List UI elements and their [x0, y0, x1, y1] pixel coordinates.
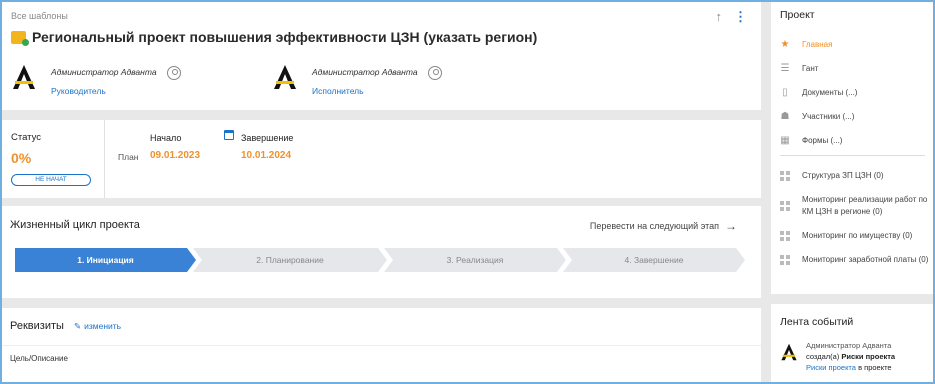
- feed-object: Риски проекта: [841, 352, 896, 361]
- sidebar-item-label: Участники (...): [802, 111, 855, 121]
- feed-author: Администратор Адванта: [806, 341, 892, 350]
- status-label: Статус: [11, 132, 42, 143]
- arrow-right-icon: →: [725, 219, 737, 233]
- page-title: Региональный проект повышения эффективно…: [32, 29, 538, 45]
- advanta-logo: [781, 343, 797, 361]
- header-actions: ↑ ⋮: [716, 9, 748, 24]
- sidebar-item-gantt[interactable]: ☰ Гант: [780, 56, 925, 80]
- person-manager: Администратор Адванта Руководитель: [11, 63, 181, 96]
- goal-description-label: Цель/Описание: [10, 354, 68, 363]
- stage-initiation[interactable]: 1. Инициация: [15, 248, 196, 272]
- edit-label: изменить: [84, 321, 122, 331]
- person-name: Администратор Адванта: [51, 67, 157, 77]
- sidebar-menu: ★ Главная ☰ Гант ▯ Документы (...) ☗ Уча…: [780, 32, 925, 152]
- end-label: Завершение: [241, 133, 294, 143]
- breadcrumb[interactable]: Все шаблоны: [11, 11, 68, 21]
- feed-link[interactable]: Риски проекта: [806, 363, 856, 372]
- sidebar-item-main[interactable]: ★ Главная: [780, 32, 925, 56]
- grid-icon: [780, 201, 790, 211]
- divider: [2, 345, 761, 346]
- next-stage-label: Перевести на следующий этап: [589, 221, 719, 231]
- person-executor: Администратор Адванта Исполнитель: [272, 63, 442, 96]
- sidebar-item-label: Мониторинг заработной платы (0): [802, 255, 929, 264]
- sidebar-item-participants[interactable]: ☗ Участники (...): [780, 104, 925, 128]
- plan-label: План: [118, 152, 139, 162]
- more-menu-icon[interactable]: ⋮: [734, 10, 747, 23]
- sidebar-item-label: Структура ЗП ЦЗН (0): [802, 171, 884, 180]
- feed-context: Риски проекта в проекте: [806, 362, 895, 373]
- people-icon: ☗: [780, 110, 790, 122]
- person-name: Администратор Адванта: [312, 67, 418, 77]
- stage-implementation[interactable]: 3. Реализация: [384, 248, 566, 272]
- sidebar-divider: [780, 155, 925, 156]
- arrow-up-icon[interactable]: ↑: [716, 9, 723, 24]
- calendar-icon[interactable]: [224, 130, 234, 140]
- lifecycle-title: Жизненный цикл проекта: [10, 219, 140, 231]
- project-sidebar: Проект ★ Главная ☰ Гант ▯ Документы (...…: [771, 2, 933, 294]
- sidebar-item-label: Гант: [802, 63, 819, 73]
- stage-planning[interactable]: 2. Планирование: [193, 248, 387, 272]
- start-label: Начало: [150, 133, 182, 143]
- person-role-link[interactable]: Руководитель: [51, 86, 157, 96]
- grid-icon: [780, 171, 790, 181]
- feed-suffix: в проекте: [858, 363, 892, 372]
- feed-verb: создал(а): [806, 352, 840, 361]
- pencil-icon: ✎: [74, 321, 82, 331]
- feed-item: Администратор Адванта создал(а) Риски пр…: [780, 340, 895, 373]
- sidebar-item-salary-monitoring[interactable]: Мониторинг заработной платы (0): [780, 254, 930, 266]
- grid-icon: [780, 255, 790, 265]
- status-percent: 0%: [11, 150, 32, 166]
- sidebar-item-property-monitoring[interactable]: Мониторинг по имуществу (0): [780, 230, 930, 242]
- status-badge: НЕ НАЧАТ: [11, 174, 91, 186]
- project-folder-icon: [11, 30, 29, 46]
- sidebar-item-label: Документы (...): [802, 87, 858, 97]
- requisites-panel: Реквизиты ✎ изменить Цель/Описание: [2, 308, 761, 382]
- start-date: 09.01.2023: [150, 150, 201, 161]
- reassign-user-icon[interactable]: [427, 66, 442, 80]
- person-role-link[interactable]: Исполнитель: [312, 86, 418, 96]
- sidebar-item-forms[interactable]: ▦ Формы (...): [780, 128, 925, 152]
- requisites-title: Реквизиты: [10, 320, 64, 332]
- feed-action: создал(а) Риски проекта: [806, 351, 895, 362]
- sidebar-item-documents[interactable]: ▯ Документы (...): [780, 80, 925, 104]
- advanta-logo: [274, 65, 296, 89]
- star-icon: ★: [780, 38, 790, 50]
- status-panel: Статус 0% НЕ НАЧАТ План Начало 09.01.202…: [2, 120, 761, 198]
- status-block: Статус 0% НЕ НАЧАТ: [2, 120, 105, 198]
- feed-text: Администратор Адванта создал(а) Риски пр…: [806, 340, 895, 373]
- sidebar-item-label: Главная: [802, 39, 833, 49]
- edit-requisites-button[interactable]: ✎ изменить: [74, 321, 121, 332]
- sidebar-item-label: Мониторинг по имуществу (0): [802, 231, 913, 240]
- project-header: Все шаблоны ↑ ⋮ Региональный проект повы…: [2, 2, 761, 110]
- sidebar-item-salary-structure[interactable]: Структура ЗП ЦЗН (0): [780, 170, 930, 182]
- feed-title: Лента событий: [780, 316, 854, 328]
- reassign-user-icon[interactable]: [166, 66, 181, 80]
- sidebar-item-label: Мониторинг реализации работ по КМ ЦЗН в …: [802, 195, 928, 216]
- events-feed: Лента событий Администратор Адванта созд…: [771, 304, 933, 382]
- sidebar-item-works-monitoring[interactable]: Мониторинг реализации работ по КМ ЦЗН в …: [780, 194, 930, 218]
- sidebar-title: Проект: [780, 9, 815, 21]
- next-stage-button[interactable]: Перевести на следующий этап →: [590, 219, 737, 233]
- form-icon: ▦: [780, 134, 790, 146]
- grid-icon: [780, 231, 790, 241]
- document-icon: ▯: [782, 86, 788, 98]
- gantt-icon: ☰: [780, 62, 790, 74]
- title-row: Региональный проект повышения эффективно…: [11, 29, 538, 46]
- sidebar-item-label: Формы (...): [802, 135, 843, 145]
- stage-completion[interactable]: 4. Завершение: [563, 248, 745, 272]
- lifecycle-panel: Жизненный цикл проекта Перевести на след…: [2, 206, 761, 298]
- advanta-logo: [13, 65, 35, 89]
- end-date: 10.01.2024: [241, 150, 292, 161]
- stage-stepper: 1. Инициация 2. Планирование 3. Реализац…: [15, 248, 745, 272]
